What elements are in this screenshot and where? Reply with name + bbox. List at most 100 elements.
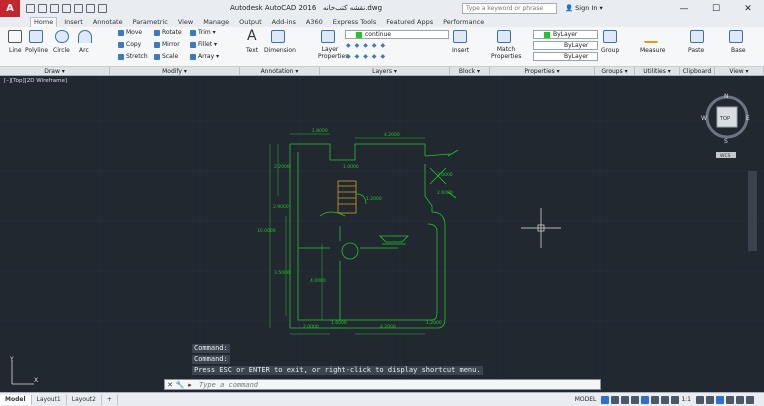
undo-icon[interactable]	[86, 4, 95, 13]
viewcube[interactable]: TOP N S W E WCS	[701, 93, 750, 159]
linetype-dropdown[interactable]: ByLayer	[533, 41, 598, 50]
layout-tab-layout1[interactable]: Layout1	[32, 394, 67, 405]
drawing-viewport[interactable]: [–][Top][2D Wireframe] 1.8000 4.2000 2.2…	[0, 76, 764, 392]
layer-properties-icon[interactable]	[321, 30, 335, 43]
insert-block-icon[interactable]	[453, 30, 467, 43]
dimension-button[interactable]: Dimension	[264, 47, 296, 54]
layout-tab-model[interactable]: Model	[0, 394, 32, 405]
polyline-button[interactable]: Polyline	[25, 47, 48, 54]
command-input[interactable]: Type a command	[199, 381, 258, 389]
app-logo-button[interactable]: A	[0, 0, 20, 17]
wcs-menu[interactable]: WCS	[720, 153, 731, 159]
panel-title-utilities[interactable]: Utilities ▾	[635, 67, 680, 75]
snap-toggle-icon[interactable]	[611, 396, 620, 404]
stretch-button[interactable]: Stretch	[118, 53, 148, 60]
grid-toggle-icon[interactable]	[601, 396, 610, 404]
tab-featured-apps[interactable]: Featured Apps	[383, 17, 436, 27]
floor-plan[interactable]	[289, 143, 459, 329]
layer-tools-icons[interactable]: ◆◆◆◆◆	[346, 42, 389, 49]
base-button[interactable]: Base	[731, 47, 746, 54]
viewcube-face[interactable]: TOP	[719, 116, 730, 122]
lineweight-toggle-icon[interactable]	[661, 396, 670, 404]
layer-properties-button[interactable]: Layer Properties	[318, 46, 348, 60]
measure-icon[interactable]	[644, 30, 658, 43]
scale-button[interactable]: Scale	[154, 53, 178, 60]
tab-insert[interactable]: Insert	[61, 17, 86, 27]
rotate-button[interactable]: Rotate	[154, 29, 182, 36]
navigation-bar[interactable]	[748, 171, 757, 251]
viewcube-west[interactable]: W	[701, 115, 707, 122]
close-command-line-icon[interactable]: ✕	[165, 381, 175, 389]
panel-title-layers[interactable]: Layers ▾	[320, 67, 450, 75]
search-input[interactable]: Type a keyword or phrase	[462, 3, 557, 14]
fillet-button[interactable]: Fillet ▾	[190, 41, 217, 48]
open-icon[interactable]	[38, 4, 47, 13]
mirror-button[interactable]: Mirror	[154, 41, 180, 48]
customize-status-menu-icon[interactable]	[746, 396, 754, 404]
move-button[interactable]: Move	[118, 29, 142, 36]
hardware-acceleration-icon[interactable]	[726, 396, 734, 404]
otrack-toggle-icon[interactable]	[651, 396, 660, 404]
layer-tools-icons-2[interactable]: ◆◆◆◆◆	[346, 53, 389, 60]
recent-commands-icon[interactable]: ▸	[185, 381, 195, 389]
text-button[interactable]: Text	[246, 47, 258, 54]
redo-icon[interactable]	[98, 4, 107, 13]
panel-title-view[interactable]: View ▾	[715, 67, 764, 75]
isolate-objects-icon[interactable]	[716, 396, 724, 404]
sign-in-button[interactable]: 👤 Sign In ▾	[565, 4, 603, 12]
tab-annotate[interactable]: Annotate	[90, 17, 126, 27]
panel-title-annotation[interactable]: Annotation ▾	[240, 67, 320, 75]
workspace-gear-icon[interactable]	[696, 396, 704, 404]
layout-tab-layout2[interactable]: Layout2	[67, 394, 102, 405]
trim-button[interactable]: Trim ▾	[190, 29, 216, 36]
group-icon[interactable]	[603, 30, 617, 43]
polyline-icon[interactable]	[29, 30, 43, 43]
model-space-toggle[interactable]: MODEL	[575, 396, 597, 404]
panel-title-draw[interactable]: Draw ▾	[0, 67, 110, 75]
tab-express-tools[interactable]: Express Tools	[330, 17, 379, 27]
viewcube-north[interactable]: N	[724, 93, 729, 100]
paste-button[interactable]: Paste	[688, 47, 704, 54]
arc-button[interactable]: Arc	[79, 47, 89, 54]
viewcube-south[interactable]: S	[724, 138, 728, 145]
circle-button[interactable]: Circle	[53, 47, 70, 54]
clean-screen-icon[interactable]	[736, 396, 744, 404]
tab-add-ins[interactable]: Add-ins	[269, 17, 299, 27]
customize-icon[interactable]: 🔧	[175, 381, 185, 389]
tab-a360[interactable]: A360	[303, 17, 326, 27]
base-view-icon[interactable]	[729, 30, 743, 43]
add-icon[interactable]	[706, 396, 714, 404]
tab-view[interactable]: View	[175, 17, 196, 27]
print-icon[interactable]	[74, 4, 83, 13]
save-icon[interactable]	[50, 4, 59, 13]
osnap-toggle-icon[interactable]	[641, 396, 650, 404]
panel-title-properties[interactable]: Properties ▾	[490, 67, 595, 75]
drawing-canvas[interactable]: 1.8000 4.2000 2.2000 1.0000 2.9000 1.200…	[0, 76, 764, 392]
ortho-toggle-icon[interactable]	[621, 396, 630, 404]
array-button[interactable]: Array ▾	[190, 53, 219, 60]
insert-button[interactable]: Insert	[452, 47, 469, 54]
panel-title-block[interactable]: Block ▾	[450, 67, 490, 75]
annotation-scale[interactable]: 1:1	[681, 396, 691, 404]
tab-home[interactable]: Home	[30, 17, 58, 27]
panel-title-modify[interactable]: Modify ▾	[110, 67, 240, 75]
group-button[interactable]: Group	[601, 47, 619, 54]
circle-icon[interactable]	[55, 30, 69, 43]
copy-button[interactable]: Copy	[118, 41, 141, 48]
dimension-icon[interactable]	[271, 30, 285, 43]
maximize-button[interactable]: ☐	[700, 0, 732, 17]
tab-manage[interactable]: Manage	[200, 17, 232, 27]
minimize-button[interactable]: —	[668, 0, 700, 17]
tab-output[interactable]: Output	[236, 17, 265, 27]
tab-performance[interactable]: Performance	[440, 17, 487, 27]
layer-dropdown[interactable]: continue	[345, 30, 449, 39]
text-icon[interactable]: A	[247, 29, 261, 43]
saveas-icon[interactable]	[62, 4, 71, 13]
measure-button[interactable]: Measure	[640, 47, 666, 54]
match-properties-icon[interactable]	[497, 30, 511, 43]
color-dropdown[interactable]: ByLayer	[533, 30, 598, 39]
line-button[interactable]: Line	[9, 47, 22, 54]
lineweight-dropdown[interactable]: ByLayer	[533, 52, 598, 61]
panel-title-clipboard[interactable]: Clipboard	[680, 67, 715, 75]
line-icon[interactable]	[8, 30, 22, 43]
